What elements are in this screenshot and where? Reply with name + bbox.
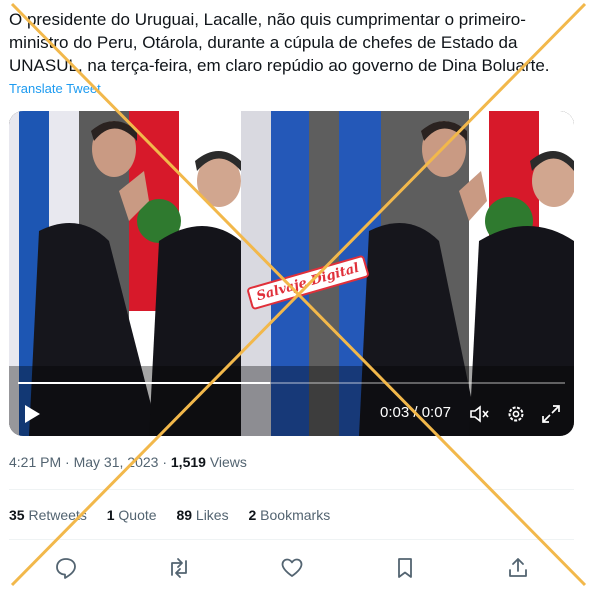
retweet-icon[interactable] [167, 556, 191, 580]
video-current-time: 0:03 [380, 404, 410, 421]
video-time: 0:03 / 0:07 [380, 404, 451, 421]
divider [9, 539, 574, 540]
fullscreen-icon[interactable] [541, 404, 561, 424]
bookmark-icon[interactable] [393, 556, 417, 580]
likes-stat[interactable]: 89 Likes [176, 507, 228, 523]
retweets-stat[interactable]: 35 Retweets [9, 507, 87, 523]
reply-icon[interactable] [54, 556, 78, 580]
settings-icon[interactable] [506, 404, 526, 424]
share-icon[interactable] [506, 556, 530, 580]
tweet-time[interactable]: 4:21 PM [9, 454, 61, 470]
quotes-stat[interactable]: 1 Quote [107, 507, 157, 523]
video-frame [9, 111, 574, 436]
video-player[interactable]: Salvaje Digital 0:03 / 0:07 [9, 111, 574, 436]
mute-icon[interactable] [469, 404, 489, 424]
like-icon[interactable] [280, 556, 304, 580]
bookmarks-stat[interactable]: 2 Bookmarks [248, 507, 330, 523]
divider [9, 489, 574, 490]
views-count: 1,519 [170, 454, 206, 470]
play-icon[interactable] [23, 404, 41, 424]
tweet-text: O presidente do Uruguai, Lacalle, não qu… [9, 10, 550, 75]
engagement-stats: 35 Retweets 1 Quote 89 Likes 2 Bookmarks [9, 507, 346, 523]
translate-tweet-link[interactable]: Translate Tweet [9, 81, 101, 96]
video-progress-bar[interactable] [18, 382, 565, 384]
video-total-time: 0:07 [421, 404, 451, 421]
tweet-date[interactable]: May 31, 2023 [74, 454, 159, 470]
tweet-meta: 4:21 PM · May 31, 2023 · 1,519 Views [9, 454, 247, 470]
views-label: Views [205, 454, 247, 470]
video-progress-fill [18, 382, 270, 384]
